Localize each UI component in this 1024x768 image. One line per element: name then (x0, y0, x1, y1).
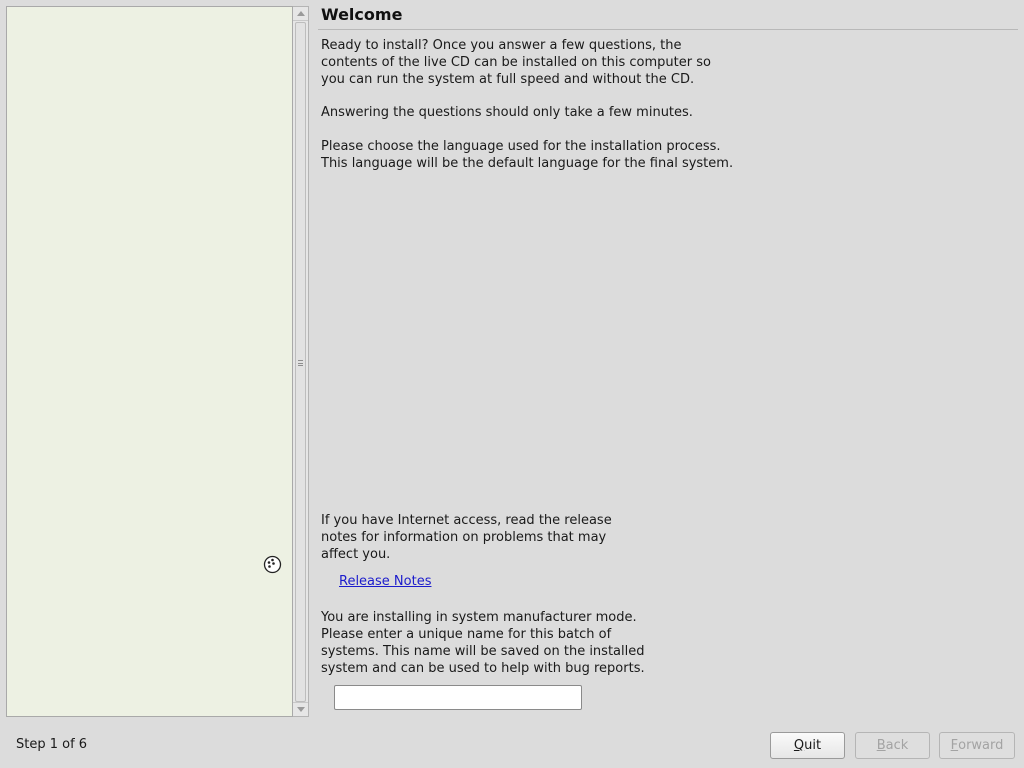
step-indicator: Step 1 of 6 (16, 737, 88, 752)
intro-text: Ready to install? Once you answer a few … (321, 38, 711, 87)
forward-label-rest: orward (958, 738, 1004, 753)
language-prompt-text: Please choose the language used for the … (321, 139, 734, 171)
title-divider (318, 29, 1018, 30)
arrow-down-icon[interactable] (293, 702, 308, 716)
forward-button[interactable]: Forward (939, 732, 1015, 759)
scrollbar-thumb[interactable] (295, 22, 306, 702)
installer-window: Welcome Ready to install? Once you answe… (0, 0, 1024, 768)
time-note-text: Answering the questions should only take… (321, 105, 693, 120)
internet-note-text: If you have Internet access, read the re… (321, 513, 612, 562)
back-button[interactable]: Back (855, 732, 930, 759)
language-list-scrollbar[interactable] (293, 6, 309, 717)
back-mnemonic: B (876, 738, 886, 753)
page-title: Welcome (321, 5, 403, 24)
release-notes-link[interactable]: Release Notes (339, 574, 431, 589)
quit-mnemonic: Q (793, 738, 805, 753)
arrow-up-icon[interactable] (293, 7, 308, 21)
forward-mnemonic: F (950, 738, 959, 753)
back-label-rest: ack (885, 738, 909, 753)
grip-icon (298, 360, 303, 366)
language-list[interactable] (6, 6, 293, 717)
oem-mode-text: You are installing in system manufacture… (321, 610, 645, 676)
busy-cursor-icon (263, 555, 282, 574)
quit-label-rest: uit (804, 738, 822, 753)
quit-button[interactable]: Quit (770, 732, 845, 759)
batch-name-input[interactable] (334, 685, 582, 710)
